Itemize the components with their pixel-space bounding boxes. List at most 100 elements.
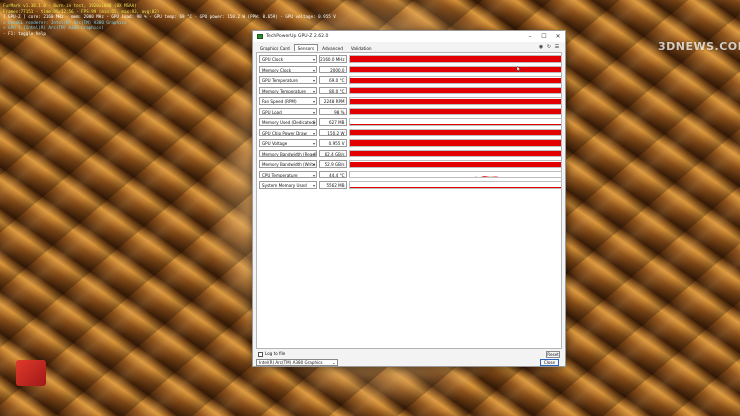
close-button[interactable]: Close [540, 359, 559, 366]
sensor-label: GPU Voltage [262, 141, 288, 146]
gpu-select[interactable]: Intel(R) Arc(TM) A380 Graphics ⌄ [256, 359, 338, 366]
chevron-down-icon: ▾ [312, 141, 315, 146]
chevron-down-icon: ▾ [312, 151, 315, 157]
sensor-value: 150.2 W [319, 128, 347, 136]
sensor-graph-fill [350, 77, 561, 83]
toolbar-icons: ◉ ↻ ☰ [537, 44, 561, 51]
window-controls: – ☐ ✕ [523, 31, 565, 42]
sensor-value: 52.9 GB/s [319, 160, 347, 168]
log-row: Log to file Reset [256, 350, 562, 358]
app-logo-icon [16, 360, 46, 386]
sensor-label-dropdown[interactable]: Memory Bandwidth (Write) ▾ [259, 160, 317, 168]
sensor-graph [349, 97, 562, 105]
chevron-down-icon: ▾ [312, 57, 315, 62]
sensor-label-dropdown[interactable]: GPU Clock ▾ [259, 55, 317, 63]
menu-icon[interactable]: ☰ [553, 44, 561, 51]
chevron-down-icon: ▾ [312, 78, 315, 83]
sensor-label: Fan Speed (RPM) [262, 99, 297, 104]
sensor-graph [349, 65, 562, 73]
sensor-graph-fill [350, 123, 561, 125]
sensor-graph [349, 128, 562, 136]
chevron-down-icon: ▾ [312, 183, 315, 188]
sensor-label: Memory Temperature [262, 88, 306, 94]
sensor-label-dropdown[interactable]: GPU Temperature ▾ [259, 76, 317, 84]
sensor-value: 44.4 °C [319, 170, 347, 178]
sensor-value: 627 MB [319, 118, 347, 126]
gpuz-app-icon [257, 34, 263, 39]
sensor-graph-fill [350, 151, 561, 156]
sensor-graph [349, 76, 562, 84]
sensor-graph-fill [350, 140, 561, 146]
sensor-row: Memory Bandwidth (Read) ▾ 62.4 GB/s [257, 149, 563, 160]
sensor-label-dropdown[interactable]: Memory Bandwidth (Read) ▾ [259, 149, 317, 157]
chevron-down-icon: ▾ [312, 88, 315, 94]
tab-sensors[interactable]: Sensors [293, 43, 319, 51]
sensor-row: Memory Bandwidth (Write) ▾ 52.9 GB/s [257, 159, 563, 170]
sensor-label-dropdown[interactable]: GPU Voltage ▾ [259, 139, 317, 147]
sensor-graph-fill [350, 66, 561, 72]
sensor-graph [349, 170, 562, 178]
sensor-label-dropdown[interactable]: Memory Clock ▾ [259, 65, 317, 73]
sensor-label: Memory Clock [262, 67, 292, 73]
sensor-value: 0.955 V [319, 139, 347, 147]
cpu-temp-trace [472, 175, 504, 178]
sensor-row: Fan Speed (RPM) ▾ 2248 RPM [257, 96, 563, 107]
sensor-value: 62.4 GB/s [319, 149, 347, 157]
sensor-label-dropdown[interactable]: Fan Speed (RPM) ▾ [259, 97, 317, 105]
chevron-down-icon: ⌄ [332, 360, 336, 365]
sensor-graph-fill [350, 130, 561, 135]
sensor-label: GPU Temperature [262, 78, 298, 83]
title-bar: TechPowerUp GPU-Z 2.62.0 – ☐ ✕ [253, 31, 565, 42]
camera-icon[interactable]: ◉ [537, 44, 545, 51]
sensor-row: GPU Voltage ▾ 0.955 V [257, 138, 563, 149]
sensor-row: Memory Temperature ▾ 80.0 °C [257, 86, 563, 97]
sensor-value: 2248 RPM [319, 97, 347, 105]
sensor-row: System Memory Used ▾ 5562 MB [257, 180, 563, 191]
sensor-graph [349, 118, 562, 126]
sensor-label-dropdown[interactable]: Memory Temperature ▾ [259, 86, 317, 94]
sensor-graph-fill [350, 99, 561, 104]
chevron-down-icon: ▾ [312, 130, 315, 136]
sensor-row: GPU Temperature ▾ 69.0 °C [257, 75, 563, 86]
sensor-graph [349, 181, 562, 189]
minimize-button[interactable]: – [523, 31, 537, 42]
sensor-value: 2000.0 [319, 65, 347, 73]
sensor-label-dropdown[interactable]: GPU Load ▾ [259, 107, 317, 115]
sensor-value: 80.0 °C [319, 86, 347, 94]
sensor-graph [349, 139, 562, 147]
site-watermark: 3DNEWS.COM [658, 40, 740, 53]
sensor-label-dropdown[interactable]: Memory Used (Dedicated) ▾ [259, 118, 317, 126]
tab-advanced[interactable]: Advanced [318, 44, 347, 51]
sensor-label-dropdown[interactable]: System Memory Used ▾ [259, 181, 317, 189]
tab-bar: Graphics Card Sensors Advanced Validatio… [253, 42, 565, 52]
sensor-graph [349, 86, 562, 94]
chevron-down-icon: ▾ [312, 99, 315, 104]
tab-validation[interactable]: Validation [347, 44, 376, 51]
maximize-button[interactable]: ☐ [537, 31, 551, 42]
gpu-select-value: Intel(R) Arc(TM) A380 Graphics [259, 360, 323, 365]
sensor-row: CPU Temperature ▾ 44.4 °C [257, 170, 563, 181]
sensor-label-dropdown[interactable]: CPU Temperature ▾ [259, 170, 317, 178]
sensor-label: Memory Bandwidth (Read) [262, 151, 317, 157]
chevron-down-icon: ▾ [312, 162, 315, 167]
sensor-label: GPU Load [262, 109, 282, 115]
sensor-label-dropdown[interactable]: GPU Chip Power Draw ▾ [259, 128, 317, 136]
sensor-label: GPU Chip Power Draw [262, 130, 307, 136]
chevron-down-icon: ▾ [312, 109, 315, 115]
sensor-graph [349, 160, 562, 168]
sensor-value: 5562 MB [319, 181, 347, 189]
sensor-row: Memory Used (Dedicated) ▾ 627 MB [257, 117, 563, 128]
log-to-file-checkbox[interactable] [258, 352, 263, 357]
sensor-graph-fill [350, 108, 561, 114]
refresh-icon[interactable]: ↻ [545, 44, 553, 51]
sensor-value: 2160.0 MHz [319, 55, 347, 63]
reset-button[interactable]: Reset [546, 351, 560, 358]
sensor-graph-fill [350, 161, 561, 167]
sensor-label: System Memory Used [262, 183, 307, 188]
sensor-value: 69.0 °C [319, 76, 347, 84]
window-title: TechPowerUp GPU-Z 2.62.0 [266, 34, 329, 39]
close-window-button[interactable]: ✕ [551, 31, 565, 42]
sensor-graph [349, 107, 562, 115]
tab-graphics-card[interactable]: Graphics Card [256, 44, 294, 51]
sensor-graph [349, 149, 562, 157]
